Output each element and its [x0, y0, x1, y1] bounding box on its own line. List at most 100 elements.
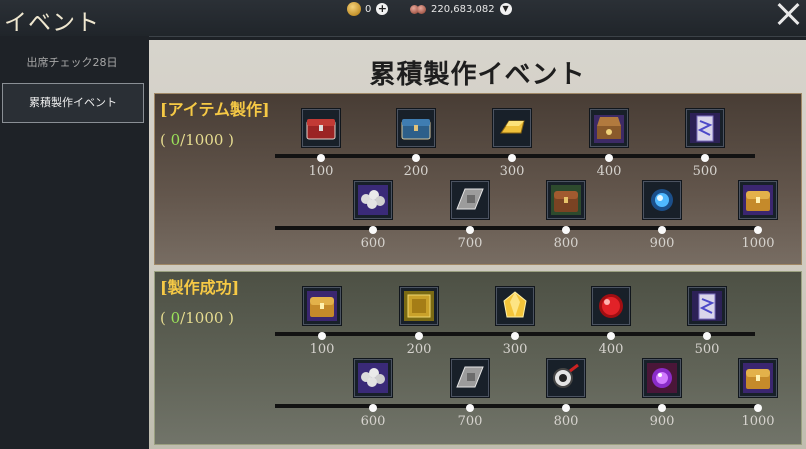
reward-slot[interactable]: 600 [350, 180, 396, 251]
silver-dropdown-button[interactable]: ▼ [499, 3, 512, 15]
top-bar: イベント 0 + 220,683,082 ▼ [0, 0, 806, 37]
silver-amount: 220,683,082 [431, 3, 495, 15]
silver-ticket-icon[interactable] [450, 358, 490, 398]
milestone-marker [754, 404, 762, 412]
reward-slot[interactable]: 1000 [735, 358, 781, 429]
milestone-marker [466, 226, 474, 234]
gold-ingot-icon[interactable] [492, 108, 532, 148]
blue-chest-icon[interactable] [396, 108, 436, 148]
reward-track-line [275, 404, 760, 408]
milestone-marker [466, 404, 474, 412]
gold-amount: 0 [365, 3, 372, 15]
reward-slot[interactable]: 400 [586, 108, 632, 179]
gold-currency: 0 + [347, 1, 389, 17]
reward-slot[interactable]: 800 [543, 358, 589, 429]
reward-track-line [275, 226, 760, 230]
reward-slot[interactable]: 500 [682, 108, 728, 179]
add-gold-button[interactable]: + [376, 3, 389, 15]
progress-current: 0 [170, 131, 181, 149]
milestone-marker [508, 154, 516, 162]
reward-slot[interactable]: 800 [543, 180, 589, 251]
milestone-marker [511, 332, 519, 340]
milestone-marker [317, 154, 325, 162]
reward-slot[interactable]: 300 [492, 286, 538, 357]
purple-tag-icon[interactable] [687, 286, 727, 326]
milestone-label: 900 [649, 236, 675, 251]
milestone-marker [562, 404, 570, 412]
milestone-label: 200 [403, 164, 429, 179]
milestone-marker [369, 226, 377, 234]
yellow-crystal-icon[interactable] [495, 286, 535, 326]
magnifier-icon[interactable] [546, 358, 586, 398]
gold-chest-icon[interactable] [302, 286, 342, 326]
reward-slot[interactable]: 200 [393, 108, 439, 179]
milestone-marker [412, 154, 420, 162]
milestone-label: 400 [596, 164, 622, 179]
reward-slot[interactable]: 300 [489, 108, 535, 179]
silver-ticket-icon[interactable] [450, 180, 490, 220]
blue-orb-icon[interactable] [642, 180, 682, 220]
sidebar-item-crafting-event[interactable]: 累積製作イベント [2, 83, 144, 123]
milestone-label: 500 [692, 164, 718, 179]
milestone-marker [369, 404, 377, 412]
milestone-label: 800 [553, 414, 579, 429]
purple-tag-icon[interactable] [685, 108, 725, 148]
silver-currency: 220,683,082 ▼ [410, 1, 512, 17]
milestone-label: 600 [360, 236, 386, 251]
milestone-marker [658, 226, 666, 234]
milestone-label: 100 [308, 164, 334, 179]
milestone-label: 900 [649, 414, 675, 429]
reward-slot[interactable]: 400 [588, 286, 634, 357]
silver-coin-icon [410, 4, 426, 15]
reward-slot[interactable]: 100 [299, 286, 345, 357]
wooden-chest-icon[interactable] [546, 180, 586, 220]
milestone-marker [701, 154, 709, 162]
progress-counter: ( 0/1000 ) [160, 309, 235, 327]
milestone-label: 200 [406, 342, 432, 357]
milestone-marker [605, 154, 613, 162]
reward-slot[interactable]: 500 [684, 286, 730, 357]
milestone-marker [415, 332, 423, 340]
gold-chest-icon[interactable] [738, 180, 778, 220]
section-title: [アイテム製作] [160, 100, 270, 119]
reward-slot[interactable]: 200 [396, 286, 442, 357]
close-icon[interactable] [776, 2, 800, 26]
gold-chest-icon[interactable] [738, 358, 778, 398]
sidebar-item-attendance[interactable]: 出席チェック28日 [2, 44, 142, 82]
milestone-label: 500 [694, 342, 720, 357]
milestone-marker [703, 332, 711, 340]
milestone-label: 300 [499, 164, 525, 179]
sidebar: 出席チェック28日 累積製作イベント [0, 36, 149, 449]
milestone-label: 300 [502, 342, 528, 357]
reward-slot[interactable]: 900 [639, 180, 685, 251]
milestone-label: 700 [457, 236, 483, 251]
milestone-label: 700 [457, 414, 483, 429]
window-title: イベント [4, 10, 100, 36]
silver-pile-icon[interactable] [353, 180, 393, 220]
progress-counter: ( 0/1000 ) [160, 131, 235, 149]
purple-orb-icon[interactable] [642, 358, 682, 398]
page-title: 累積製作イベント [369, 60, 586, 90]
silver-pile-icon[interactable] [353, 358, 393, 398]
open-purple-chest-icon[interactable] [589, 108, 629, 148]
progress-current: 0 [170, 309, 181, 327]
reward-slot[interactable]: 1000 [735, 180, 781, 251]
reward-slot[interactable]: 600 [350, 358, 396, 429]
reward-slot[interactable]: 700 [447, 180, 493, 251]
milestone-label: 100 [309, 342, 335, 357]
milestone-label: 400 [598, 342, 624, 357]
red-orb-icon[interactable] [591, 286, 631, 326]
milestone-label: 800 [553, 236, 579, 251]
milestone-marker [318, 332, 326, 340]
reward-slot[interactable]: 700 [447, 358, 493, 429]
milestone-label: 1000 [741, 414, 775, 429]
milestone-marker [658, 404, 666, 412]
milestone-label: 600 [360, 414, 386, 429]
gold-coin-icon [347, 2, 361, 16]
milestone-marker [754, 226, 762, 234]
milestone-marker [562, 226, 570, 234]
gold-book-icon[interactable] [399, 286, 439, 326]
red-chest-icon[interactable] [301, 108, 341, 148]
reward-slot[interactable]: 100 [298, 108, 344, 179]
reward-slot[interactable]: 900 [639, 358, 685, 429]
